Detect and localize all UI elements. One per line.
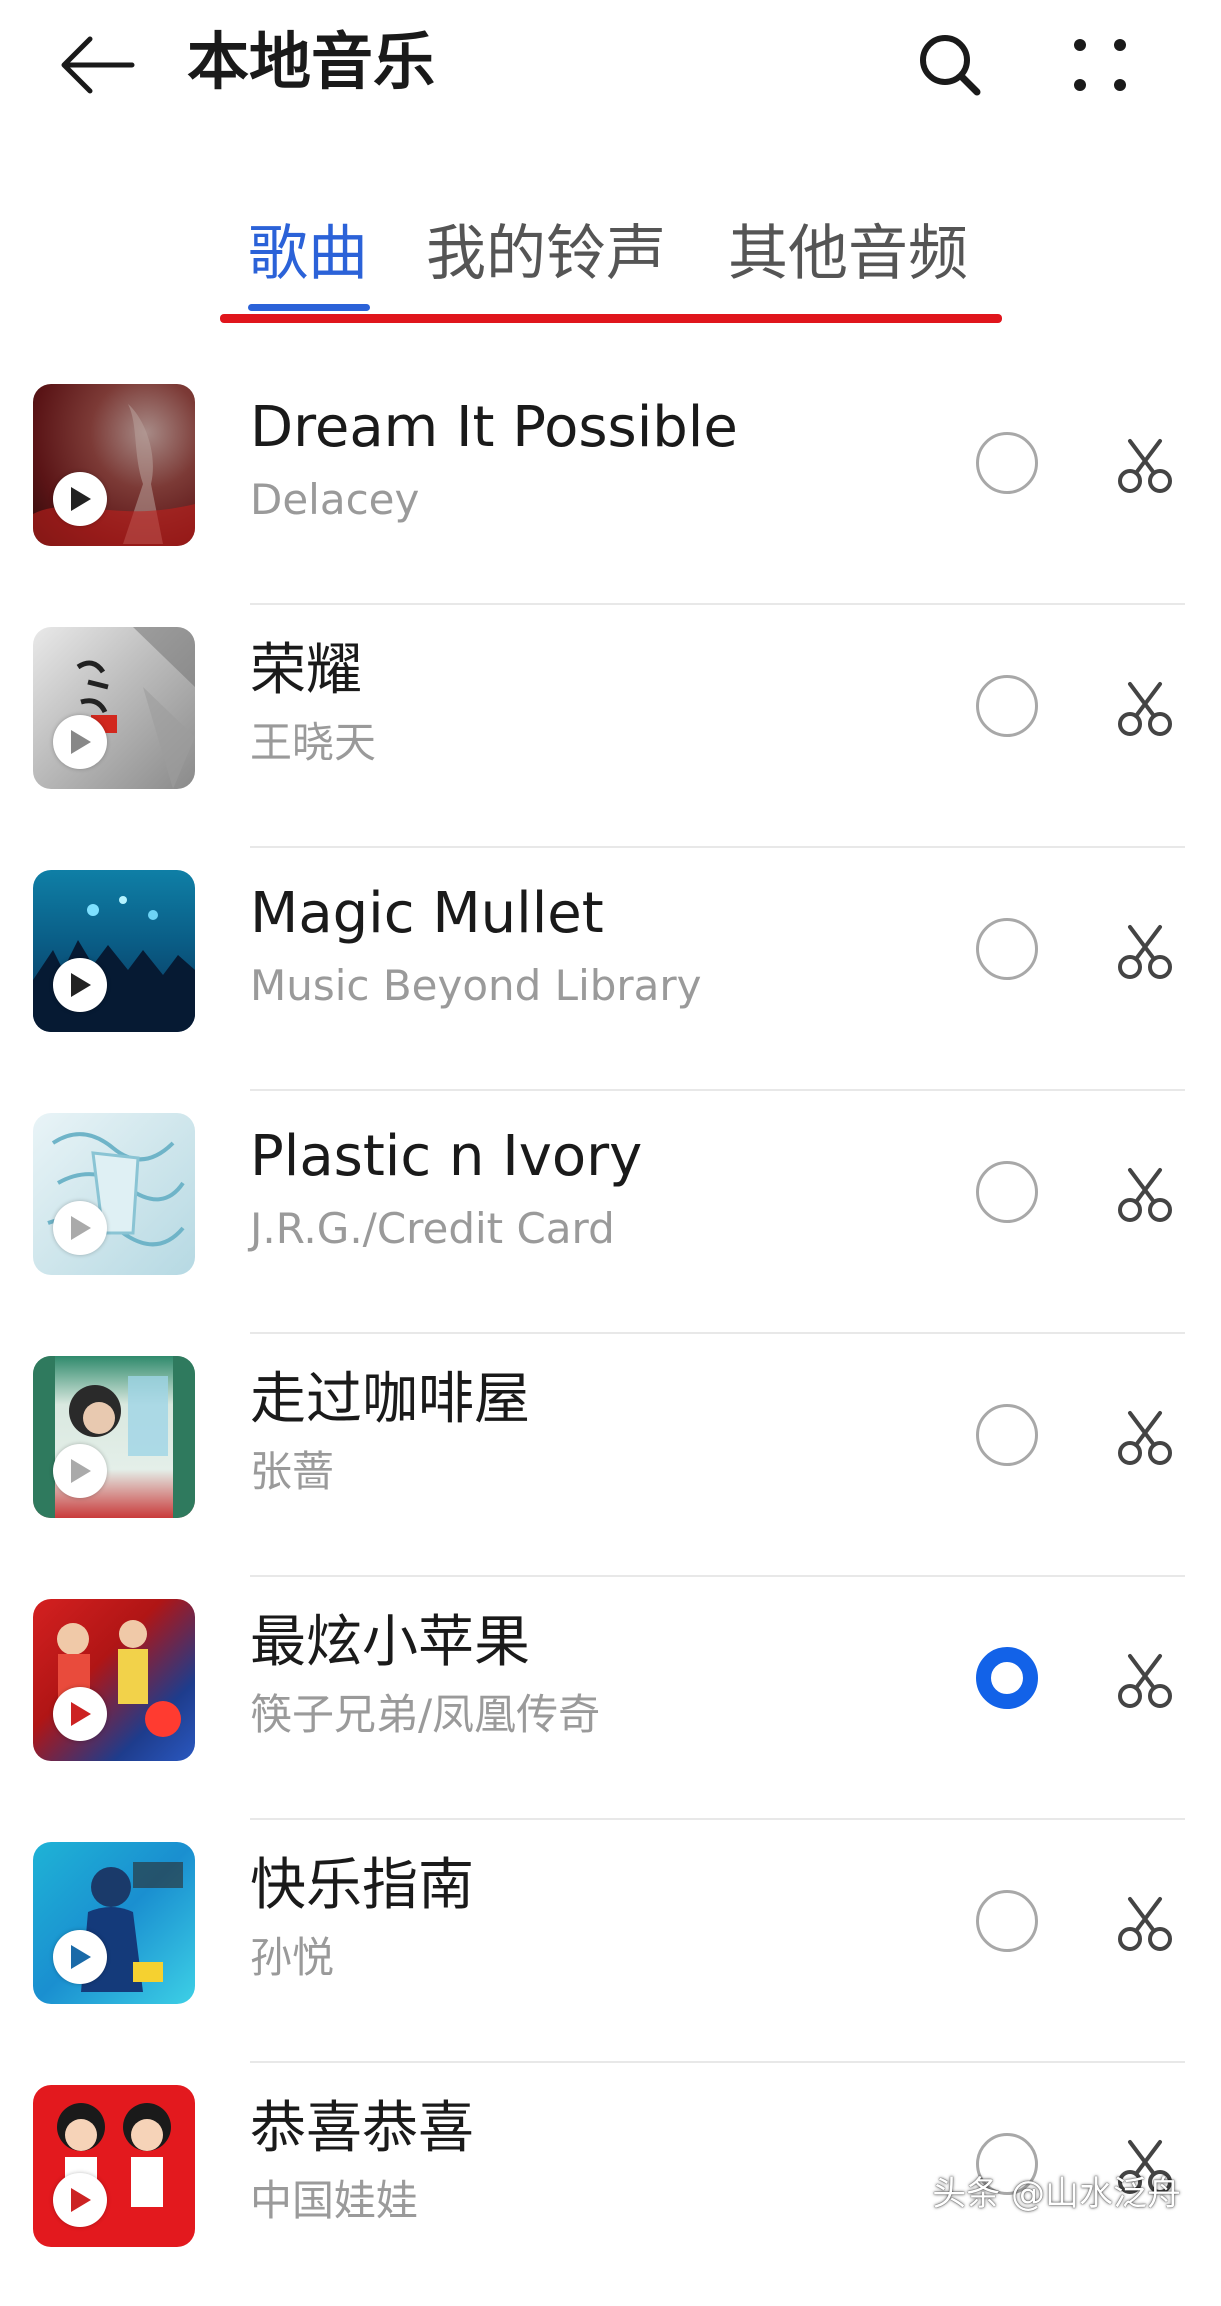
- song-title: 最炫小苹果: [250, 1610, 530, 1675]
- song-title: 荣耀: [250, 638, 362, 703]
- song-title: 走过咖啡屋: [250, 1367, 530, 1432]
- scissors-icon: [1118, 1897, 1172, 1951]
- song-row[interactable]: Magic Mullet Music Beyond Library: [0, 848, 1221, 1091]
- album-cover: [33, 1842, 195, 2004]
- select-radio[interactable]: [976, 918, 1038, 980]
- arrow-left-icon: [61, 36, 135, 94]
- back-button[interactable]: [52, 20, 142, 110]
- play-icon: [71, 2188, 91, 2212]
- play-icon: [71, 487, 91, 511]
- select-radio[interactable]: [976, 1404, 1038, 1466]
- song-artist: J.R.G./Credit Card: [250, 1204, 615, 1253]
- album-cover: [33, 384, 195, 546]
- scissors-icon: [1118, 1654, 1172, 1708]
- album-cover: [33, 1356, 195, 1518]
- song-row[interactable]: Plastic n Ivory J.R.G./Credit Card: [0, 1091, 1221, 1334]
- song-row[interactable]: 走过咖啡屋 张蔷: [0, 1334, 1221, 1577]
- scissors-icon: [1118, 1168, 1172, 1222]
- play-icon: [71, 1216, 91, 1240]
- annotation-red-underline: [220, 314, 1002, 323]
- song-title: Plastic n Ivory: [250, 1124, 643, 1189]
- play-button[interactable]: [53, 2173, 107, 2227]
- song-artist: Delacey: [250, 475, 420, 524]
- select-radio[interactable]: [976, 675, 1038, 737]
- song-title: 快乐指南: [250, 1853, 474, 1918]
- more-button[interactable]: [1055, 20, 1145, 110]
- ringtone-cut-button[interactable]: [1115, 679, 1175, 739]
- play-icon: [71, 1945, 91, 1969]
- song-artist: 王晓天: [250, 718, 377, 767]
- album-cover: [33, 1599, 195, 1761]
- scissors-icon: [1118, 925, 1172, 979]
- active-tab-indicator: [248, 304, 370, 311]
- play-button[interactable]: [53, 472, 107, 526]
- song-artist: 中国娃娃: [250, 2176, 419, 2225]
- scissors-icon: [1118, 439, 1172, 493]
- page-title: 本地音乐: [187, 25, 436, 98]
- tab-other-audio[interactable]: 其他音频: [728, 214, 968, 294]
- album-cover: [33, 2085, 195, 2247]
- song-artist: 筷子兄弟/凤凰传奇: [250, 1690, 601, 1739]
- search-button[interactable]: [905, 20, 995, 110]
- select-radio[interactable]: [976, 432, 1038, 494]
- play-button[interactable]: [53, 1201, 107, 1255]
- album-cover: [33, 1113, 195, 1275]
- play-icon: [71, 1702, 91, 1726]
- watermark: 头条 @山水泛舟: [932, 2174, 1181, 2214]
- ringtone-cut-button[interactable]: [1115, 1165, 1175, 1225]
- scissors-icon: [1118, 682, 1172, 736]
- song-row[interactable]: 最炫小苹果 筷子兄弟/凤凰传奇: [0, 1577, 1221, 1820]
- song-title: Dream It Possible: [250, 395, 738, 460]
- tab-my-ringtones[interactable]: 我的铃声: [426, 214, 666, 294]
- scissors-icon: [1118, 1411, 1172, 1465]
- ringtone-cut-button[interactable]: [1115, 1651, 1175, 1711]
- tab-bar: 歌曲 我的铃声 其他音频: [0, 200, 1221, 323]
- song-list: Dream It Possible Delacey 荣耀 王晓天 Magic M…: [0, 362, 1221, 2306]
- play-icon: [71, 1459, 91, 1483]
- song-artist: 孙悦: [250, 1933, 335, 1982]
- song-row[interactable]: Dream It Possible Delacey: [0, 362, 1221, 605]
- tab-songs[interactable]: 歌曲: [248, 214, 368, 294]
- more-dots-icon: [1074, 39, 1126, 91]
- ringtone-cut-button[interactable]: [1115, 1894, 1175, 1954]
- select-radio[interactable]: [976, 1647, 1038, 1709]
- play-icon: [71, 973, 91, 997]
- ringtone-cut-button[interactable]: [1115, 922, 1175, 982]
- album-cover: [33, 870, 195, 1032]
- ringtone-cut-button[interactable]: [1115, 1408, 1175, 1468]
- select-radio[interactable]: [976, 1890, 1038, 1952]
- song-row[interactable]: 荣耀 王晓天: [0, 605, 1221, 848]
- song-artist: 张蔷: [250, 1447, 335, 1496]
- album-cover: [33, 627, 195, 789]
- play-button[interactable]: [53, 1930, 107, 1984]
- play-button[interactable]: [53, 1687, 107, 1741]
- song-title: Magic Mullet: [250, 881, 604, 946]
- play-icon: [71, 730, 91, 754]
- song-title: 恭喜恭喜: [250, 2096, 474, 2161]
- select-radio[interactable]: [976, 1161, 1038, 1223]
- song-row[interactable]: 快乐指南 孙悦: [0, 1820, 1221, 2063]
- play-button[interactable]: [53, 958, 107, 1012]
- ringtone-cut-button[interactable]: [1115, 436, 1175, 496]
- song-artist: Music Beyond Library: [250, 961, 702, 1010]
- app-header: 本地音乐: [0, 0, 1221, 130]
- play-button[interactable]: [53, 1444, 107, 1498]
- search-icon: [920, 35, 981, 96]
- play-button[interactable]: [53, 715, 107, 769]
